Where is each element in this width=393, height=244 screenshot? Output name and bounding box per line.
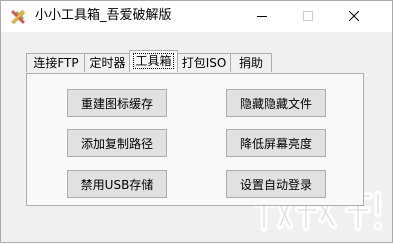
toolbox-panel: 重建图标缓存 隐藏隐藏文件 添加复制路径 降低屏幕亮度 禁用USB存储 设置自动… <box>26 73 364 206</box>
rebuild-icon-cache-button[interactable]: 重建图标缓存 <box>67 89 167 117</box>
tab-ftp[interactable]: 连接FTP <box>26 53 86 72</box>
disable-usb-storage-button[interactable]: 禁用USB存储 <box>67 170 167 198</box>
tab-donate[interactable]: 捐助 <box>230 53 272 72</box>
rebuild-icon-cache-label: 重建图标缓存 <box>80 96 153 111</box>
disable-usb-storage-label: 禁用USB存储 <box>80 177 154 192</box>
hide-hidden-files-label: 隐藏隐藏文件 <box>239 96 312 111</box>
maximize-icon <box>303 11 313 21</box>
lower-screen-brightness-button[interactable]: 降低屏幕亮度 <box>226 129 326 157</box>
tab-iso-label: 打包ISO <box>181 56 227 70</box>
tab-toolbox-label: 工具箱 <box>133 53 174 69</box>
window-title: 小小工具箱_吾爱破解版 <box>35 8 172 23</box>
close-icon <box>349 11 359 21</box>
tab-timer-label: 定时器 <box>89 56 126 70</box>
close-button[interactable] <box>331 1 377 31</box>
tab-ftp-label: 连接FTP <box>33 56 79 70</box>
add-copy-path-label: 添加复制路径 <box>80 136 153 151</box>
tab-timer[interactable]: 定时器 <box>84 53 131 72</box>
maximize-button[interactable] <box>285 1 331 31</box>
lower-screen-brightness-label: 降低屏幕亮度 <box>239 136 312 151</box>
hide-hidden-files-button[interactable]: 隐藏隐藏文件 <box>226 89 326 117</box>
minimize-button[interactable] <box>239 1 285 31</box>
minimize-icon <box>257 16 267 17</box>
set-auto-login-label: 设置自动登录 <box>239 177 312 192</box>
title-bar[interactable]: 小小工具箱_吾爱破解版 <box>1 1 392 32</box>
tab-toolbox[interactable]: 工具箱 <box>129 50 178 72</box>
add-copy-path-button[interactable]: 添加复制路径 <box>67 129 167 157</box>
set-auto-login-button[interactable]: 设置自动登录 <box>226 170 326 198</box>
app-icon <box>10 9 26 25</box>
tab-iso[interactable]: 打包ISO <box>176 53 232 72</box>
tab-donate-label: 捐助 <box>238 56 263 70</box>
